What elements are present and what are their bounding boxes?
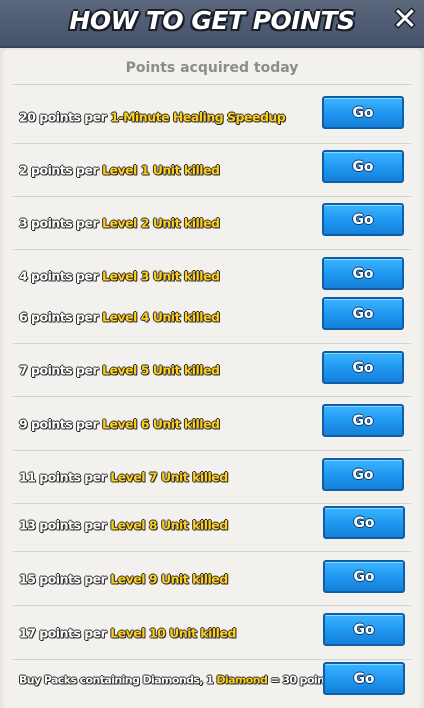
task-text: 20 points per 1-Minute Healing Speedup [19,109,286,124]
close-icon[interactable]: ✕ [390,3,420,37]
task-text: 13 points per Level 8 Unit killed [19,517,228,532]
go-button[interactable]: Go [322,257,404,290]
go-button[interactable]: Go [322,404,404,437]
task-text: 7 points per Level 5 Unit killed [19,362,220,377]
go-button[interactable]: Go [322,150,404,183]
task-points: 13 points per [19,517,111,532]
task-condition: Level 7 Unit killed [110,469,228,484]
task-text: 3 points per Level 2 Unit killed [19,215,220,230]
header-bar: HOW TO GET POINTS ✕ [0,0,424,48]
task-condition: Level 8 Unit killed [110,517,228,532]
task-text: 15 points per Level 9 Unit killed [19,571,228,586]
task-condition: Level 2 Unit killed [101,215,220,230]
task-text: 17 points per Level 10 Unit killed [19,625,236,640]
task-points: 2 points per [19,162,102,177]
task-text: 9 points per Level 6 Unit killed [19,416,220,431]
task-condition: Level 4 Unit killed [101,309,220,324]
task-text: 4 points per Level 3 Unit killed [19,269,220,284]
task-points: 15 points per [19,571,111,586]
task-points: 3 points per [19,215,102,230]
page-title: HOW TO GET POINTS [69,6,355,35]
task-text: 11 points per Level 7 Unit killed [19,469,228,484]
task-points: Buy Packs containing Diamonds, 1 [19,673,217,687]
task-points: 6 points per [19,309,102,324]
go-button[interactable]: Go [322,96,404,129]
task-text: Buy Packs containing Diamonds, 1 Diamond… [19,674,339,687]
task-points: 9 points per [19,416,102,431]
go-button[interactable]: Go [322,351,404,384]
go-button[interactable]: Go [322,458,404,491]
go-button[interactable]: Go [322,297,404,330]
go-button[interactable]: Go [323,560,405,593]
task-points: 20 points per [19,109,111,124]
subtitle: Points acquired today [125,60,299,76]
task-points: 17 points per [19,625,111,640]
task-text: 2 points per Level 1 Unit killed [19,162,220,177]
task-text: 6 points per Level 4 Unit killed [19,309,220,324]
task-condition: Level 9 Unit killed [110,571,228,586]
task-condition: Level 10 Unit killed [110,625,236,640]
divider [13,84,411,85]
task-points: 7 points per [19,362,102,377]
task-points: 11 points per [19,469,111,484]
task-condition: Level 1 Unit killed [101,162,220,177]
task-condition: Diamond [216,673,268,687]
go-button[interactable]: Go [323,506,405,539]
task-condition: Level 3 Unit killed [101,268,220,284]
task-condition: 1-Minute Healing Speedup [110,109,286,124]
task-points: 4 points per [19,268,102,284]
task-condition: Level 5 Unit killed [101,362,220,377]
task-condition: Level 6 Unit killed [101,416,220,431]
go-button[interactable]: Go [322,203,404,236]
go-button[interactable]: Go [323,613,405,646]
go-button[interactable]: Go [323,662,405,695]
